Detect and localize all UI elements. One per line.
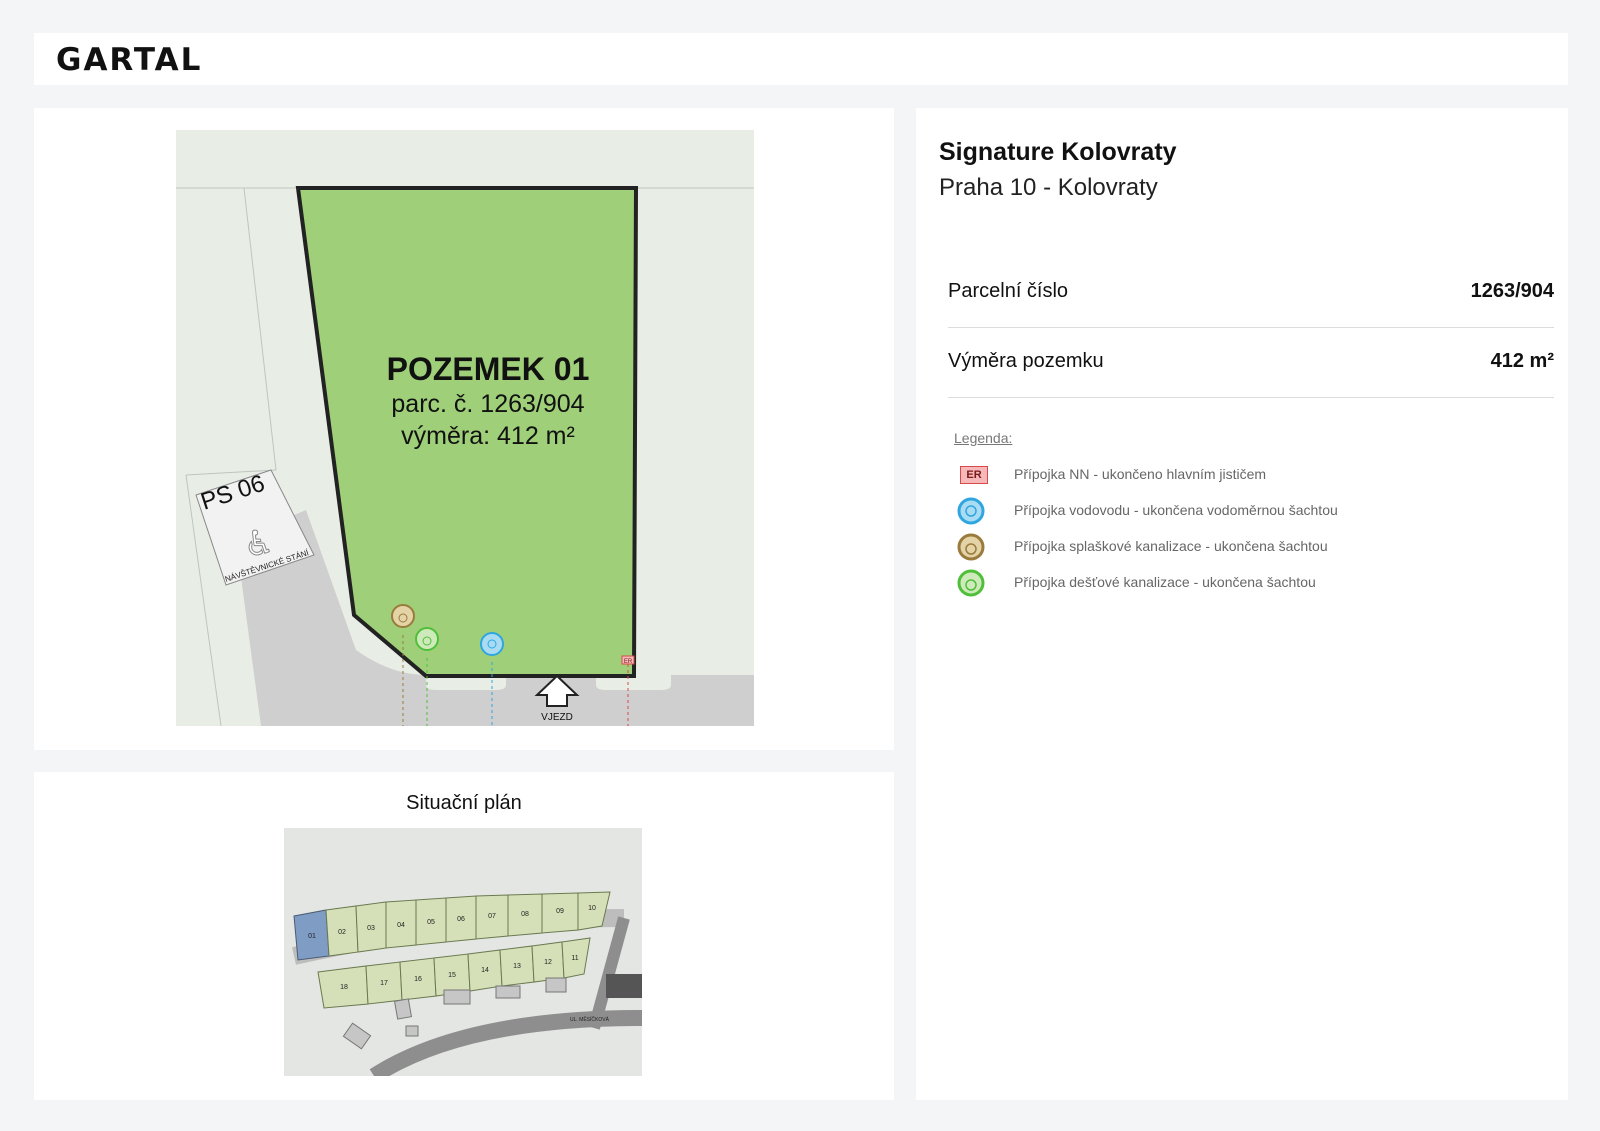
plot-number: 06 [457, 916, 465, 923]
plot-info-card: Signature Kolovraty Praha 10 - Kolovraty… [916, 108, 1568, 1100]
legend-item-text: Přípojka dešťové kanalizace - ukončena š… [1014, 574, 1316, 590]
plot-number: 10 [588, 905, 596, 912]
parcel-number-value: 1263/904 [1470, 280, 1554, 302]
parcel-number-row: Parcelní číslo 1263/904 [948, 258, 1554, 328]
project-name: Signature Kolovraty [939, 138, 1177, 166]
plot-area-label: Výměra pozemku [948, 350, 1104, 372]
plot-number: 18 [340, 984, 348, 991]
water-connection-icon [957, 497, 985, 525]
legend: Legenda: ER Přípojka NN - ukončeno hlavn… [954, 430, 1338, 604]
legend-title: Legenda: [954, 430, 1013, 446]
plot-number: 11 [571, 955, 578, 962]
situation-plan-image[interactable]: 01 02 03 04 05 06 07 08 09 10 18 17 16 1… [284, 828, 642, 1076]
header-bar: GARTAL [34, 33, 1568, 85]
legend-item-text: Přípojka NN - ukončeno hlavním jističem [1014, 466, 1267, 482]
plot-number: 01 [308, 933, 316, 940]
legend-item-text: Přípojka splaškové kanalizace - ukončena… [1014, 538, 1328, 554]
legend-item-water: Přípojka vodovodu - ukončena vodoměrnou … [954, 496, 1338, 532]
plot-number: 13 [513, 963, 521, 970]
parcel-number-label: Parcelní číslo [948, 280, 1069, 302]
gartal-logo[interactable]: GARTAL [56, 42, 202, 78]
plot-area-value: 412 m² [1490, 350, 1554, 372]
er-marker: ER [624, 659, 633, 665]
plot-number: 08 [521, 911, 529, 918]
plot-number: 12 [544, 959, 552, 966]
wheelchair-icon: ♿ [244, 524, 274, 564]
plot-number: 02 [338, 929, 346, 936]
plot-area-row: Výměra pozemku 412 m² [948, 328, 1554, 398]
plot-number: 07 [488, 913, 496, 920]
project-location: Praha 10 - Kolovraty [939, 174, 1158, 201]
sewer-connection-icon [957, 533, 985, 561]
situation-plan-card: Situační plán 01 02 03 04 05 06 07 08 09… [34, 772, 894, 1100]
legend-item-text: Přípojka vodovodu - ukončena vodoměrnou … [1014, 502, 1338, 518]
legend-item-nn: ER Přípojka NN - ukončeno hlavním jistič… [954, 460, 1266, 496]
situation-plan-title: Situační plán [406, 792, 522, 814]
plot-number: 09 [556, 908, 564, 915]
plot-number: 04 [397, 922, 405, 929]
rain-sewer-connection-icon [957, 569, 985, 597]
plot-plan-image: PS 06 ♿ NÁVŠTĚVNICKÉ STÁNÍ POZEMEK 01 pa… [176, 130, 754, 726]
plot-parcel-line: parc. č. 1263/904 [391, 390, 584, 418]
er-box-label: ER [960, 466, 988, 484]
plot-area-line: výměra: 412 m² [401, 422, 575, 450]
entry-label: VJEZD [541, 712, 573, 723]
plot-number: 16 [414, 976, 422, 983]
legend-item-rain-sewer: Přípojka dešťové kanalizace - ukončena š… [954, 568, 1316, 604]
er-box-icon: ER [956, 460, 988, 490]
plot-detail-card: PS 06 ♿ NÁVŠTĚVNICKÉ STÁNÍ POZEMEK 01 pa… [34, 108, 894, 750]
rain-sewer-connection-marker [415, 627, 439, 651]
plot-number: 05 [427, 919, 435, 926]
plot-number: 17 [380, 980, 388, 987]
plot-number: 14 [481, 967, 489, 974]
plot-number: 15 [448, 972, 456, 979]
sewer-connection-marker [391, 604, 415, 628]
water-connection-marker [480, 632, 504, 656]
legend-item-sewer: Přípojka splaškové kanalizace - ukončena… [954, 532, 1328, 568]
plot-title: POZEMEK 01 [387, 351, 590, 387]
street-label: UL. MĚSÍČKOVÁ [570, 1015, 610, 1023]
plot-number: 03 [367, 925, 375, 932]
